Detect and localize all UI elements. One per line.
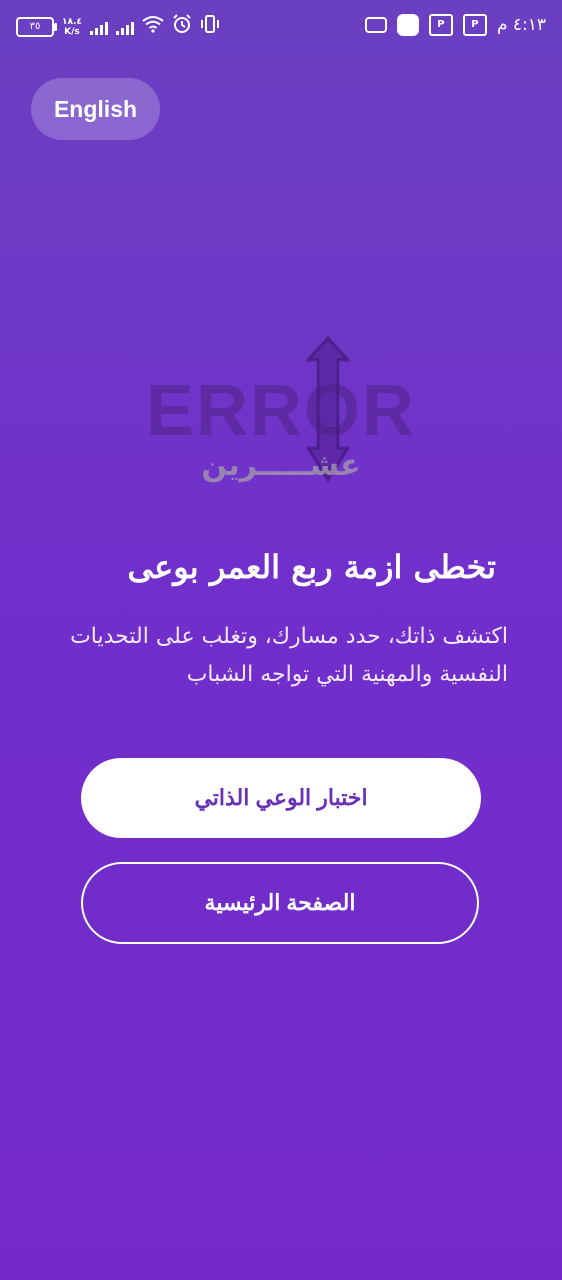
alarm-icon [172, 14, 192, 39]
page-title: تخطى ازمة ربع العمر بوعى [127, 548, 496, 586]
battery-level: ٣٥ [29, 20, 41, 32]
status-left: ٣٥ ١٨.٤ K/s [16, 14, 220, 39]
self-awareness-test-button[interactable]: اختبار الوعي الذاتي [81, 758, 481, 838]
app-logo: ERROR عشـــــرين [146, 330, 414, 490]
parking-app-icon: P [428, 14, 453, 36]
network-speed: ١٨.٤ K/s [62, 17, 82, 37]
logo-error-text: ERROR [150, 371, 412, 451]
page-description: اكتشف ذاتك، حدد مسارك، وتغلب على التحديا… [70, 624, 508, 687]
wifi-icon [142, 15, 164, 38]
vibrate-icon [200, 14, 220, 39]
logo-arabic-text: عشـــــرين [201, 448, 360, 483]
error-logo-graphic: ERROR عشـــــرين [146, 335, 414, 483]
network-speed-value: ١٨.٤ [62, 16, 82, 27]
language-english-button[interactable]: English [31, 78, 160, 140]
status-time: ٤:١٣ م [496, 15, 546, 35]
signal-icon-2 [115, 19, 134, 35]
home-page-button[interactable]: الصفحة الرئيسية [81, 862, 479, 944]
app-notification-icon [396, 14, 419, 36]
status-right: P P ٤:١٣ م [364, 14, 546, 36]
network-speed-unit: K/s [64, 26, 80, 37]
vr-icon [364, 17, 387, 33]
battery-icon: ٣٥ [16, 16, 57, 37]
parking-app-icon-2: P [462, 14, 487, 36]
signal-icon [89, 19, 108, 35]
status-bar: ٣٥ ١٨.٤ K/s P P ٤:١٣ م [0, 0, 562, 56]
